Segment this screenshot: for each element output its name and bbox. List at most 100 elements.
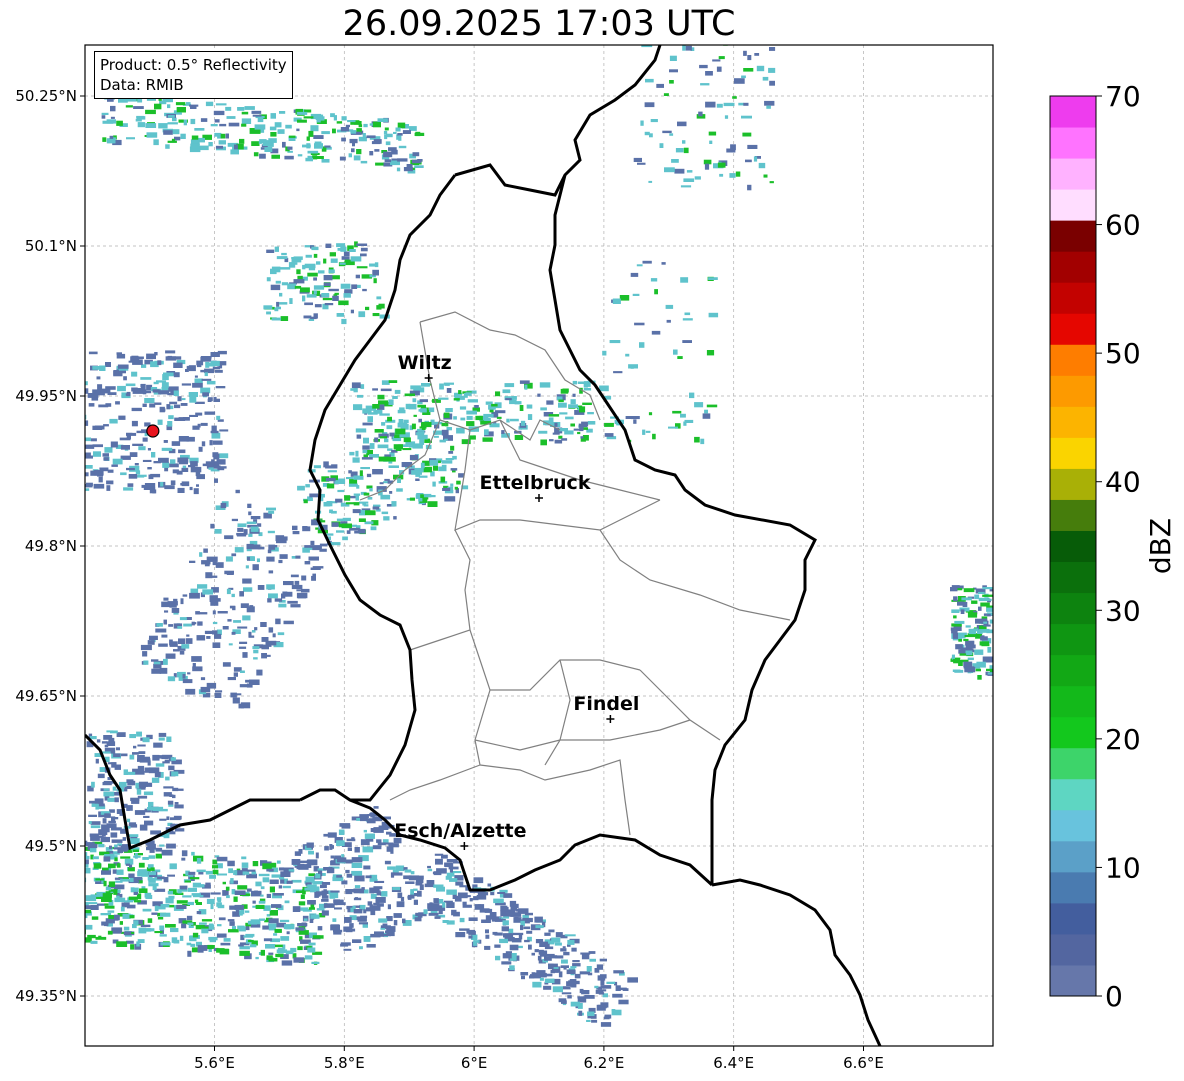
echo-pixel xyxy=(45,869,51,873)
echo-pixel xyxy=(315,527,319,530)
echo-pixel xyxy=(182,674,186,679)
echo-pixel xyxy=(283,581,294,586)
echo-pixel xyxy=(42,890,46,895)
echo-pixel xyxy=(102,893,112,898)
echo-pixel xyxy=(196,869,206,873)
echo-pixel xyxy=(154,661,161,665)
echo-pixel xyxy=(154,103,162,110)
echo-pixel xyxy=(402,918,406,924)
colorbar-tick-label: 10 xyxy=(1105,851,1141,884)
echo-pixel xyxy=(381,511,389,515)
echo-pixel xyxy=(210,430,219,434)
echo-pixel xyxy=(485,915,493,920)
echo-pixel xyxy=(441,460,453,464)
echo-pixel xyxy=(81,352,85,355)
echo-pixel xyxy=(330,258,338,263)
echo-pixel xyxy=(738,102,744,106)
echo-pixel xyxy=(262,863,272,870)
echo-pixel xyxy=(173,939,180,944)
echo-pixel xyxy=(191,947,198,953)
echo-pixel xyxy=(272,633,276,638)
echo-pixel xyxy=(604,422,614,427)
echo-pixel xyxy=(543,985,552,990)
echo-pixel xyxy=(345,502,354,505)
echo-pixel xyxy=(147,448,151,451)
echo-pixel xyxy=(274,598,283,602)
echo-pixel xyxy=(181,857,186,861)
echo-pixel xyxy=(445,458,454,461)
echo-pixel xyxy=(398,145,407,149)
echo-pixel xyxy=(377,394,385,400)
echo-pixel xyxy=(225,556,233,562)
echo-pixel xyxy=(754,53,760,56)
echo-pixel xyxy=(268,593,278,599)
echo-pixel xyxy=(358,518,366,522)
echo-pixel xyxy=(91,781,95,788)
echo-pixel xyxy=(413,899,418,905)
echo-pixel xyxy=(604,433,614,437)
echo-pixel xyxy=(257,585,265,590)
echo-pixel xyxy=(314,141,322,147)
echo-pixel xyxy=(57,898,61,903)
echo-pixel xyxy=(332,295,339,301)
echo-pixel xyxy=(56,935,63,938)
echo-pixel xyxy=(127,483,134,487)
echo-pixel xyxy=(138,888,148,893)
echo-pixel xyxy=(336,243,346,248)
echo-pixel xyxy=(367,416,373,423)
echo-pixel xyxy=(392,887,401,891)
echo-pixel xyxy=(231,553,237,557)
echo-pixel xyxy=(373,278,377,284)
echo-pixel xyxy=(201,919,213,922)
echo-pixel xyxy=(89,800,95,804)
echo-pixel xyxy=(699,64,708,69)
echo-pixel xyxy=(95,936,107,940)
echo-pixel xyxy=(468,935,473,939)
colorbar-segment xyxy=(1050,220,1096,252)
echo-pixel xyxy=(104,905,115,909)
echo-pixel xyxy=(376,839,382,843)
echo-pixel xyxy=(266,277,271,282)
echo-pixel xyxy=(197,884,205,888)
echo-pixel xyxy=(494,932,503,936)
echo-pixel xyxy=(143,660,149,665)
echo-pixel xyxy=(353,475,364,480)
echo-pixel xyxy=(751,41,758,44)
echo-pixel xyxy=(308,907,315,910)
echo-pixel xyxy=(540,407,547,411)
echo-pixel xyxy=(548,929,555,933)
colorbar-segment xyxy=(1050,189,1096,221)
echo-pixel xyxy=(375,897,386,903)
echo-pixel xyxy=(435,858,443,865)
echo-pixel xyxy=(444,383,450,386)
echo-pixel xyxy=(111,464,118,467)
echo-pixel xyxy=(352,939,362,943)
echo-pixel xyxy=(75,858,78,863)
echo-pixel xyxy=(405,403,411,410)
echo-pixel xyxy=(627,977,638,983)
echo-pixel xyxy=(172,129,180,135)
echo-pixel xyxy=(386,133,393,138)
echo-pixel xyxy=(565,416,574,420)
echo-pixel xyxy=(39,929,44,932)
echo-pixel xyxy=(753,156,758,162)
echo-pixel xyxy=(321,899,329,902)
echo-pixel xyxy=(252,564,259,571)
echo-pixel xyxy=(400,896,405,902)
echo-pixel xyxy=(429,407,435,413)
echo-pixel xyxy=(168,415,174,420)
echo-pixel xyxy=(308,556,319,561)
echo-pixel xyxy=(220,133,226,139)
echo-pixel xyxy=(287,146,293,150)
echo-pixel xyxy=(146,353,156,360)
echo-pixel xyxy=(237,527,244,532)
echo-pixel xyxy=(136,115,144,118)
echo-pixel xyxy=(233,896,238,902)
echo-pixel xyxy=(570,1001,580,1007)
echo-pixel xyxy=(445,408,453,413)
echo-pixel xyxy=(271,862,277,868)
echo-pixel xyxy=(301,575,307,581)
echo-pixel xyxy=(680,413,686,418)
echo-pixel xyxy=(544,956,552,961)
echo-pixel xyxy=(537,955,542,961)
